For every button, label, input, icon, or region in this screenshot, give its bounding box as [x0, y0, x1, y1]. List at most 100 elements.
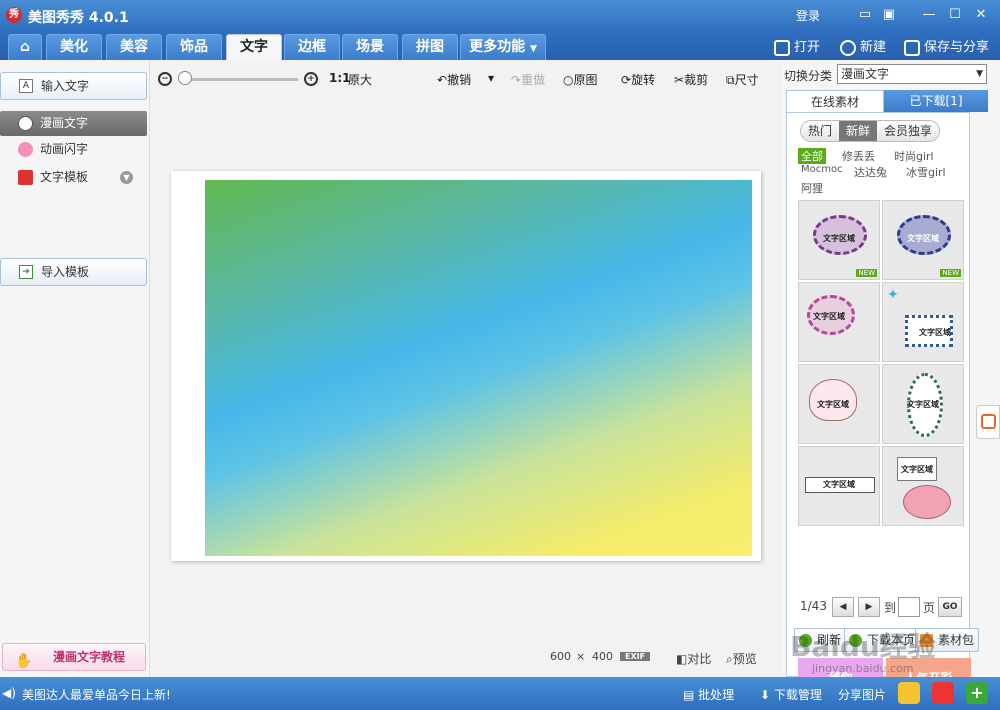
author-fashion-girl[interactable]: 时尚girl: [894, 148, 934, 164]
zoom-slider-track[interactable]: [182, 78, 298, 81]
tab-beautify[interactable]: 美化: [46, 34, 102, 60]
thumb-label: 文字区域: [907, 400, 939, 409]
author-ali[interactable]: 阿狸: [801, 180, 823, 196]
home-icon: ⌂: [19, 39, 31, 55]
exif-button[interactable]: EXIF: [620, 652, 651, 661]
zoom-slider-thumb[interactable]: [178, 71, 192, 85]
zoom-out-icon[interactable]: −: [158, 72, 172, 86]
open-button[interactable]: 打开: [774, 36, 820, 56]
material-thumb[interactable]: 文字区域: [798, 446, 880, 526]
material-thumb[interactable]: 文字区域 NEW: [798, 200, 880, 280]
rotate-label: 旋转: [631, 73, 656, 87]
tab-accessories[interactable]: 饰品: [166, 34, 222, 60]
rotate-button[interactable]: ⟳旋转: [621, 71, 655, 88]
weibo-icon[interactable]: [932, 682, 954, 704]
author-all[interactable]: 全部: [798, 148, 826, 164]
speaker-icon: ◀): [2, 686, 16, 700]
material-thumb[interactable]: ✦ 文字区域: [882, 282, 964, 362]
tab-facial[interactable]: 美容: [106, 34, 162, 60]
download-manager-button[interactable]: ⬇ 下载管理: [760, 686, 822, 703]
menu-animated-text[interactable]: 动画闪字: [0, 137, 147, 162]
gradient-photo[interactable]: [205, 180, 752, 556]
close-button[interactable]: ✕: [972, 6, 990, 24]
login-link[interactable]: 登录: [796, 7, 820, 24]
maximize-button[interactable]: ☐: [946, 6, 964, 24]
compare-label: 对比: [687, 652, 712, 666]
circle-icon: ○: [563, 73, 574, 87]
next-page-button[interactable]: ▶: [858, 597, 880, 617]
tab-online-materials[interactable]: 在线素材: [786, 90, 884, 112]
watermark-logo: Baidu经验: [790, 630, 936, 663]
tab-downloaded[interactable]: 已下载[1]: [884, 90, 988, 112]
image-height: 400: [592, 650, 613, 663]
original-image-button[interactable]: ○原图: [563, 71, 598, 88]
save-share-button[interactable]: 保存与分享: [904, 36, 989, 56]
photo-frame: [171, 171, 761, 561]
minimize-button[interactable]: —: [920, 6, 938, 24]
preview-button[interactable]: ⌕预览: [726, 650, 757, 667]
side-float-tab[interactable]: [976, 405, 1000, 439]
title-bar: 秀 美图秀秀 4.0.1 登录 ▭ ▣ — ☐ ✕: [0, 0, 1000, 32]
hand-icon: ✋: [15, 653, 33, 669]
input-text-button[interactable]: A 输入文字: [0, 72, 147, 100]
tab-text[interactable]: 文字: [226, 34, 282, 60]
original-size-button[interactable]: 原大: [348, 71, 372, 88]
category-select[interactable]: 漫画文字 ▼: [837, 64, 987, 84]
page-number-input[interactable]: [898, 597, 920, 617]
tutorial-button[interactable]: ✋ 漫画文字教程: [2, 643, 146, 671]
tab-scene[interactable]: 场景: [342, 34, 398, 60]
original-image-label: 原图: [573, 73, 598, 87]
compare-button[interactable]: ◧对比: [676, 650, 711, 667]
redo-label: 重做: [521, 73, 546, 87]
chevron-down-icon[interactable]: ▼: [120, 171, 133, 184]
thumb-label: 文字区域: [813, 312, 845, 321]
undo-button[interactable]: ↶撤销: [437, 71, 471, 88]
skin-icon[interactable]: ▣: [880, 6, 898, 24]
chat-icon[interactable]: ▭: [856, 6, 874, 24]
material-thumb[interactable]: 文字区域: [798, 282, 880, 362]
new-label: 新建: [860, 40, 887, 55]
filter-hot[interactable]: 热门: [801, 121, 839, 141]
material-thumb[interactable]: 文字区域: [882, 446, 964, 526]
star-favorite-icon[interactable]: [898, 682, 920, 704]
author-dadatu[interactable]: 达达兔: [854, 164, 887, 180]
tab-border[interactable]: 边框: [284, 34, 340, 60]
filter-vip[interactable]: 会员独享: [877, 121, 939, 141]
tab-collage[interactable]: 拼图: [402, 34, 458, 60]
new-button[interactable]: 新建: [840, 36, 886, 56]
material-thumb[interactable]: 文字区域 NEW: [882, 200, 964, 280]
filter-fresh[interactable]: 新鲜: [839, 121, 878, 141]
tab-more[interactable]: 更多功能 ▼: [460, 34, 546, 60]
zoom-in-icon[interactable]: +: [304, 72, 318, 86]
news-link[interactable]: 美图达人最爱单品今日上新!: [22, 686, 171, 703]
download-manager-label: 下载管理: [773, 688, 822, 702]
undo-dropdown-icon[interactable]: ▾: [488, 71, 494, 85]
material-thumb[interactable]: 文字区域: [882, 364, 964, 444]
import-template-button[interactable]: ➜ 导入模板: [0, 258, 147, 286]
prev-page-button[interactable]: ◀: [832, 597, 854, 617]
size-button[interactable]: ⧉尺寸: [726, 71, 759, 88]
thumb-label: 文字区域: [901, 465, 933, 474]
go-button[interactable]: GO: [938, 597, 962, 617]
sparkle-icon: [18, 142, 33, 157]
batch-button[interactable]: ▤ 批处理: [683, 686, 734, 703]
app-logo: 秀: [6, 7, 22, 23]
switch-category-label: 切换分类: [784, 69, 833, 83]
author-mocmoc[interactable]: Mocmoc: [801, 164, 843, 175]
material-thumb[interactable]: 文字区域: [798, 364, 880, 444]
menu-comic-text[interactable]: 漫画文字: [0, 111, 147, 136]
speech-bubble-icon: [18, 116, 33, 131]
home-tab[interactable]: ⌂: [8, 34, 42, 60]
import-template-label: 导入模板: [41, 265, 90, 279]
author-ice-girl[interactable]: 冰雪girl: [906, 164, 946, 180]
redo-button[interactable]: ↷重做: [511, 71, 545, 88]
left-panel: A 输入文字 漫画文字 动画闪字 文字模板 ▼ ➜ 导入模板 ✋ 漫画文字教程: [0, 60, 150, 677]
category-value: 漫画文字: [841, 67, 890, 81]
menu-animated-text-label: 动画闪字: [40, 142, 89, 156]
plus-icon[interactable]: +: [966, 682, 988, 704]
crop-button[interactable]: ✂裁剪: [674, 71, 708, 88]
share-image-button[interactable]: 分享图片: [838, 686, 886, 703]
author-xiudiudiu[interactable]: 修丢丢: [842, 148, 875, 164]
menu-text-template[interactable]: 文字模板 ▼: [0, 165, 147, 190]
i-love-you-icon: [18, 170, 33, 185]
